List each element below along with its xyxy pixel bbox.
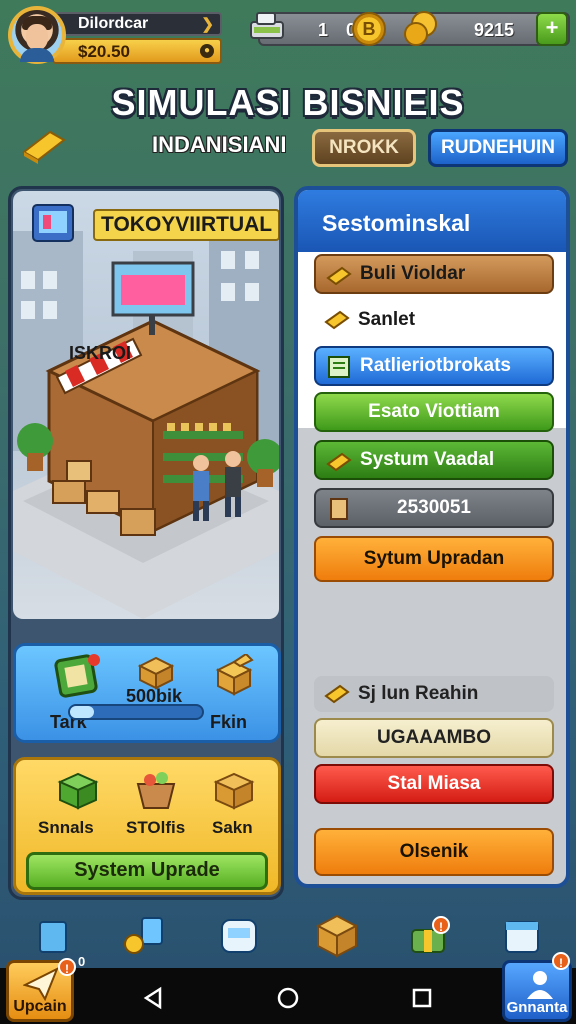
paper-plane-icon [23, 967, 59, 1001]
stats-right-label: Fkin [210, 712, 248, 732]
store-title: TOKOYVIIRTUAL [93, 209, 279, 241]
stats-progress-bar [68, 704, 204, 720]
menu-row-ratlier[interactable]: Ratlieriotbrokats [314, 346, 554, 386]
add-resource-button[interactable]: + [536, 12, 568, 46]
gold-bar-icon [22, 130, 66, 164]
printer-icon[interactable] [216, 912, 262, 958]
coin-icon: ● [200, 44, 214, 58]
coin-stack-icon [404, 11, 437, 46]
run-button[interactable]: RUDNEHUIN [428, 129, 568, 167]
store-illustration: ISKROI [13, 211, 279, 619]
box-icon[interactable] [314, 912, 360, 958]
basket-icon[interactable] [132, 768, 180, 812]
items-box: Snnals STOlfis Sakn System Uprade [13, 757, 281, 895]
tasks-icon[interactable] [52, 652, 102, 700]
menu-row-stal-miasa[interactable]: Stal Miasa [314, 764, 554, 804]
document-icon [328, 356, 350, 378]
upgrade-badge: ! [58, 958, 76, 976]
store-scene[interactable]: ISKROI TOKOYVIIRTUAL [13, 191, 279, 619]
avatar[interactable] [8, 6, 66, 64]
menu-header: Sestominskal [298, 190, 566, 252]
calendar-icon[interactable] [500, 912, 546, 958]
menu-row-reahin[interactable]: Sj lun Reahin [314, 676, 554, 712]
player-money: $20.50 [78, 42, 130, 61]
stats-progress-fill [70, 706, 94, 718]
item-label-2: STOlfis [126, 818, 186, 837]
menu-row-sanlet[interactable]: Sanlet [314, 300, 554, 340]
player-name: Dilordcar [78, 15, 149, 32]
gear-coin-icon: B [352, 12, 386, 46]
cash-register-icon [250, 12, 284, 39]
gold-bar-green-icon [326, 452, 352, 472]
store-sign: ISKROI [69, 343, 131, 363]
home-icon[interactable] [276, 986, 300, 1010]
gold-bar-small-icon [324, 310, 350, 330]
stats-box: 500bik Tark Fkin [13, 643, 281, 743]
menu-row-sytum-upradan[interactable]: Sytum Upradan [314, 536, 554, 582]
person-icon [527, 971, 553, 999]
menu-row-ugaaambo[interactable]: UGAAAMBO [314, 718, 554, 758]
shop-bag-icon[interactable] [32, 912, 78, 958]
system-upgrade-button[interactable]: System Uprade [26, 852, 268, 890]
ledger-icon [330, 498, 348, 520]
menu-row-esato[interactable]: Esato Viottiam [314, 392, 554, 432]
crate-icon [137, 656, 175, 690]
store-panel: ISKROI TOKOYVIIRTUAL 500bik Tark Fkin Sn… [8, 186, 284, 900]
recents-icon[interactable] [410, 986, 434, 1010]
gift-badge: ! [432, 916, 450, 934]
player-profile[interactable]: Dilordcar ❯ $20.50 ● [8, 6, 222, 64]
inventory-icon[interactable] [122, 912, 168, 958]
chevron-right-icon[interactable]: ❯ [201, 15, 214, 33]
shop-book-icon [32, 204, 74, 242]
gold-bars-icon [326, 266, 352, 286]
back-icon[interactable] [142, 986, 166, 1010]
green-box-icon[interactable] [54, 768, 102, 812]
general-label: Gnnanta [506, 999, 568, 1016]
player-money-plate: $20.50 ● [52, 38, 222, 64]
page-subtitle: INDANISIANI [152, 132, 287, 157]
menu-row-systum-vaadal[interactable]: Systum Vaadal [314, 440, 554, 480]
menu-row-buy-violdar[interactable]: Buli Violdar [314, 254, 554, 294]
menu-panel: Sestominskal Buli Violdar Sanlet Ratlier… [294, 186, 570, 888]
page-title: SIMULASI BISNIEIS [111, 82, 465, 123]
coin-value: 9215 [474, 20, 515, 40]
work-button[interactable]: NROKK [312, 129, 416, 167]
upgrade-count: 0 [78, 954, 86, 969]
item-label-3: Sakn [212, 818, 253, 837]
bottom-icon-row: ! [0, 912, 576, 968]
cash-value: 1 [318, 20, 329, 40]
system-nav-bar [0, 968, 576, 1024]
menu-row-balance[interactable]: 2530051 [314, 488, 554, 528]
player-name-plate: Dilordcar ❯ [52, 12, 222, 36]
menu-row-olsenik[interactable]: Olsenik [314, 828, 554, 876]
gold-bar-gray-icon [324, 684, 350, 704]
item-label-1: Snnals [38, 818, 94, 837]
upgrade-label: Upcain [13, 998, 67, 1015]
open-box-icon [215, 654, 254, 696]
parcel-icon[interactable] [210, 768, 258, 812]
general-badge: ! [552, 952, 570, 970]
